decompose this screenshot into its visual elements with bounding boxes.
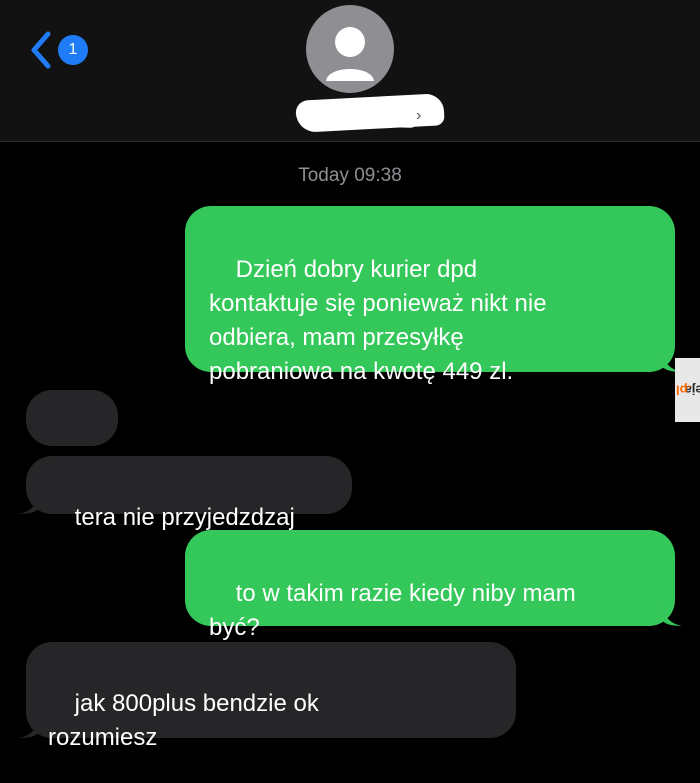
- back-button[interactable]: 1: [28, 30, 88, 70]
- redaction-scribble: [299, 103, 421, 129]
- chevron-right-icon: ›: [416, 107, 422, 124]
- messages-screen: 1 +48 22 › Today 09:38 Dzień dobry kurie…: [0, 0, 700, 783]
- sent-message-bubble[interactable]: Dzień dobry kurier dpd kontaktuje się po…: [185, 206, 682, 385]
- sent-message-bubble[interactable]: to w takim razie kiedy niby mam być?: [185, 530, 682, 641]
- bubble-tail: [662, 606, 682, 626]
- watermark-text: jeja.pl: [675, 382, 700, 398]
- message-text: jak 800plus bendzie ok rozumiesz: [48, 690, 319, 751]
- received-message-bubble[interactable]: aha: [26, 390, 118, 499]
- contact-avatar[interactable]: [306, 5, 394, 93]
- received-message-bubble[interactable]: tera nie przyjedzdzaj: [19, 456, 352, 531]
- conversation-header: 1 +48 22 ›: [0, 0, 700, 142]
- message-text: Dzień dobry kurier dpd kontaktuje się po…: [209, 256, 547, 385]
- received-message-bubble[interactable]: jak 800plus bendzie ok rozumiesz: [19, 642, 516, 751]
- bubble-tail: [19, 718, 39, 738]
- message-timestamp: Today 09:38: [298, 165, 402, 186]
- chevron-left-icon: [31, 31, 51, 69]
- message-text: to w takim razie kiedy niby mam być?: [209, 580, 576, 641]
- message-text: tera nie przyjedzdzaj: [74, 504, 295, 531]
- unread-count-badge: 1: [58, 35, 88, 65]
- bubble-tail: [19, 494, 39, 514]
- jeja-watermark: jeja.pl: [675, 358, 700, 422]
- person-icon: [326, 27, 374, 81]
